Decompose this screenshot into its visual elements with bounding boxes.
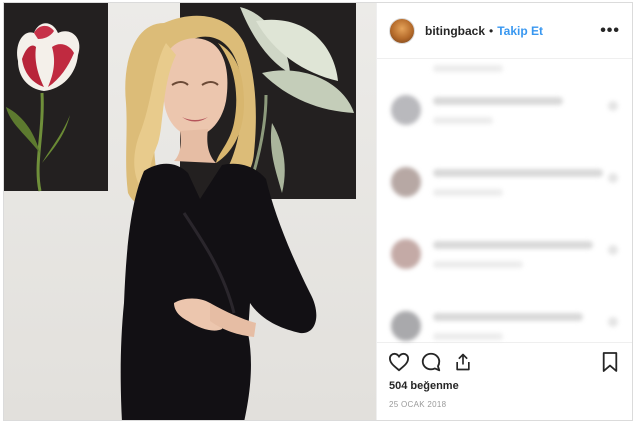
tulip-illustration xyxy=(6,23,80,192)
instagram-post: bitingback • Takip Et ••• 504 beğenme 25… xyxy=(3,2,633,421)
post-photo[interactable] xyxy=(4,3,376,420)
comment-row xyxy=(391,65,618,89)
comment-row xyxy=(391,233,618,305)
username[interactable]: bitingback xyxy=(425,24,485,38)
post-actions xyxy=(377,342,632,380)
avatar xyxy=(391,311,421,341)
leaf-illustration xyxy=(240,7,354,193)
post-date[interactable]: 25 OCAK 2018 xyxy=(377,398,632,420)
more-options-icon[interactable]: ••• xyxy=(600,22,620,39)
avatar xyxy=(391,167,421,197)
likes-count[interactable]: 504 beğenme xyxy=(377,380,632,398)
photo-artwork xyxy=(6,7,354,420)
comments-list-blurred xyxy=(377,59,632,342)
avatar xyxy=(391,239,421,269)
separator-dot: • xyxy=(489,23,494,38)
avatar xyxy=(391,95,421,125)
heart-icon[interactable] xyxy=(387,350,411,374)
comment-row xyxy=(391,161,618,233)
post-side-panel: bitingback • Takip Et ••• 504 beğenme 25… xyxy=(376,3,632,420)
post-header: bitingback • Takip Et ••• xyxy=(377,3,632,59)
share-icon[interactable] xyxy=(451,350,475,374)
bookmark-icon[interactable] xyxy=(598,350,622,374)
comment-row xyxy=(391,305,618,342)
comment-row xyxy=(391,89,618,161)
follow-button[interactable]: Takip Et xyxy=(497,24,543,38)
comment-icon[interactable] xyxy=(419,350,443,374)
avatar[interactable] xyxy=(389,17,415,44)
